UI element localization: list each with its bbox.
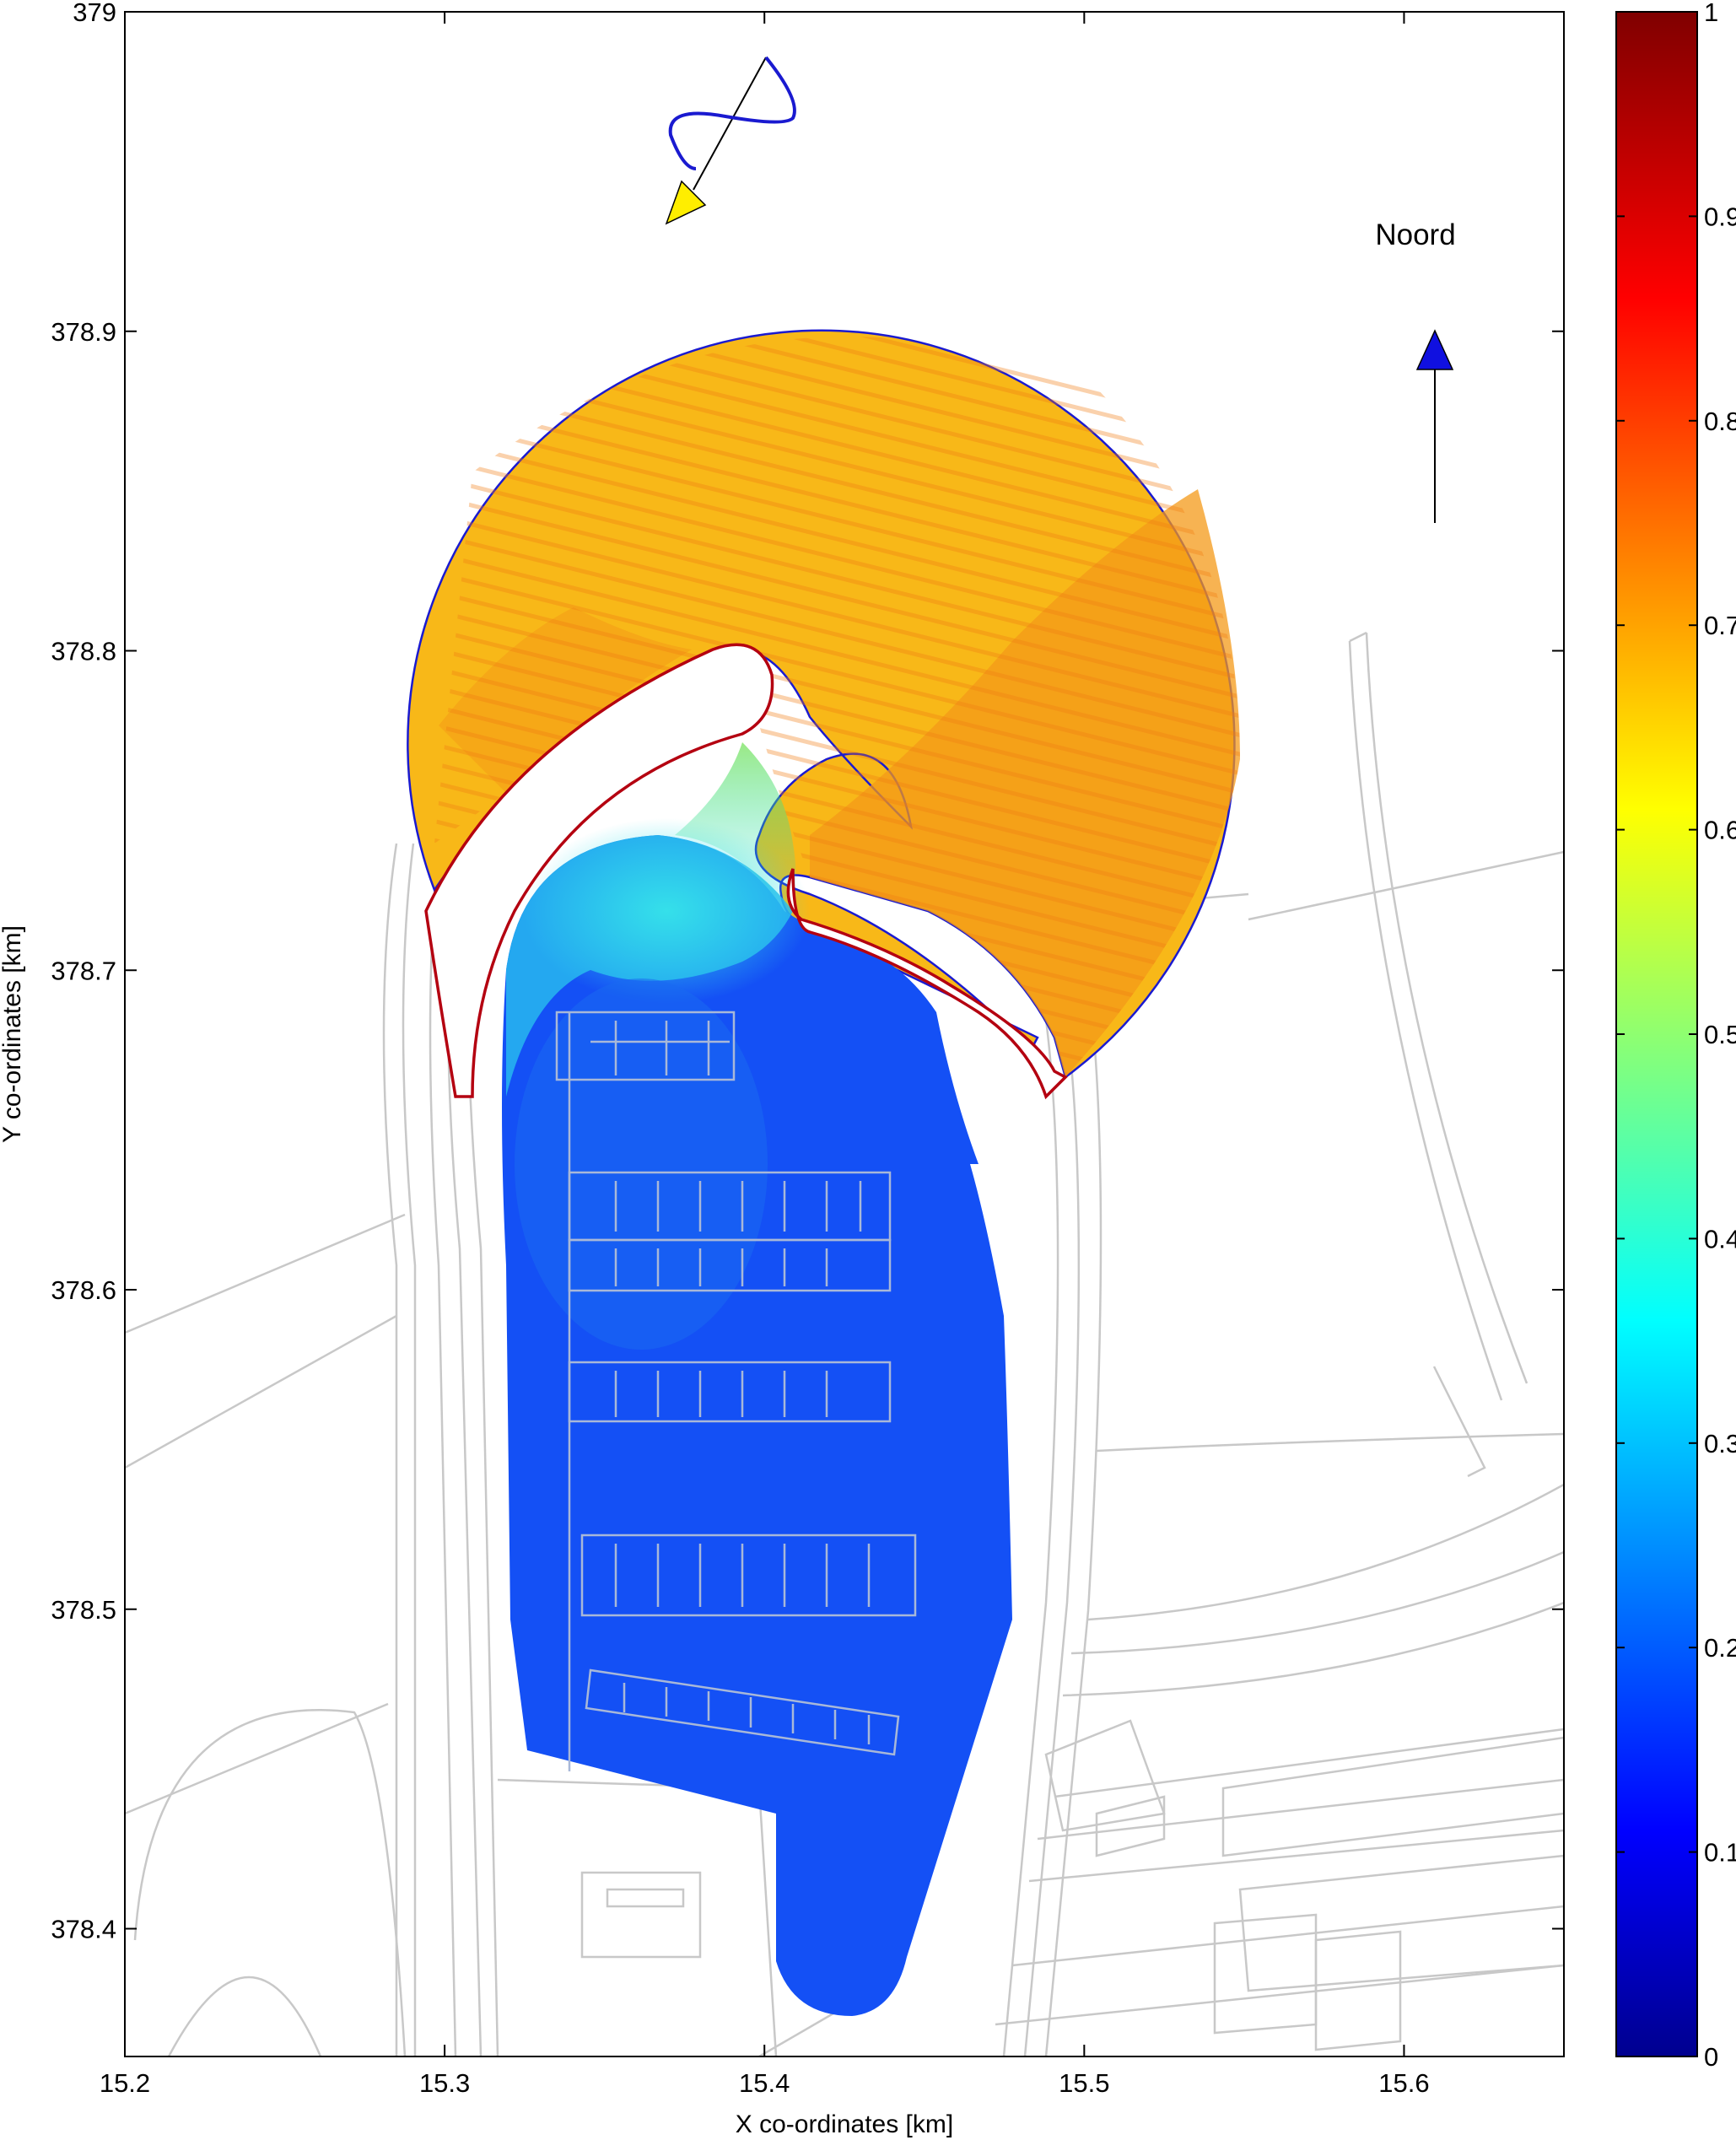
- colorbar-tick-label: 0.1: [1704, 1838, 1736, 1868]
- colorbar-tick-label: 0.9: [1704, 202, 1736, 231]
- colorbar: 0 0.1 0.2 0.3 0.4 0.5 0.6 0.7 0.8 0.9 1: [1615, 0, 1736, 2072]
- north-label: Noord: [1375, 218, 1455, 251]
- colorbar-tick-label: 0.4: [1704, 1224, 1736, 1253]
- y-tick-label: 378.4: [51, 1915, 116, 1944]
- x-tick-label: 15.5: [1059, 2068, 1109, 2098]
- colorbar-tick-label: 1: [1704, 0, 1718, 27]
- basin-mid-tone: [515, 978, 768, 1350]
- y-axis-label: Y co-ordinates [km]: [0, 925, 26, 1143]
- y-tick-label: 379: [73, 0, 116, 27]
- y-tick-label: 378.6: [51, 1275, 116, 1305]
- colorbar-tick-label: 0.7: [1704, 611, 1736, 640]
- colorbar-tick-label: 0: [1704, 2042, 1718, 2072]
- y-tick-label: 378.9: [51, 317, 116, 347]
- x-tick-label: 15.2: [100, 2068, 150, 2098]
- colorbar-tick-label: 0.8: [1704, 407, 1736, 436]
- y-tick-label: 378.8: [51, 637, 116, 666]
- colorbar-tick-label: 0.5: [1704, 1020, 1736, 1049]
- x-tick-label: 15.3: [419, 2068, 470, 2098]
- x-tick-label: 15.6: [1378, 2068, 1429, 2098]
- colorbar-tick-label: 0.6: [1704, 816, 1736, 845]
- wave-height-map-figure: 15.2 15.3 15.4 15.5 15.6 378.4 378.5 378.6 378.…: [0, 0, 1736, 2138]
- colorbar-tick-label: 0.2: [1704, 1633, 1736, 1663]
- colorbar-tick-label: 0.3: [1704, 1429, 1736, 1458]
- x-axis-label: X co-ordinates [km]: [736, 2110, 953, 2138]
- y-tick-label: 378.5: [51, 1595, 116, 1625]
- x-tick-label: 15.4: [739, 2068, 790, 2098]
- y-tick-label: 378.7: [51, 956, 116, 985]
- colorbar-gradient: [1615, 11, 1698, 2057]
